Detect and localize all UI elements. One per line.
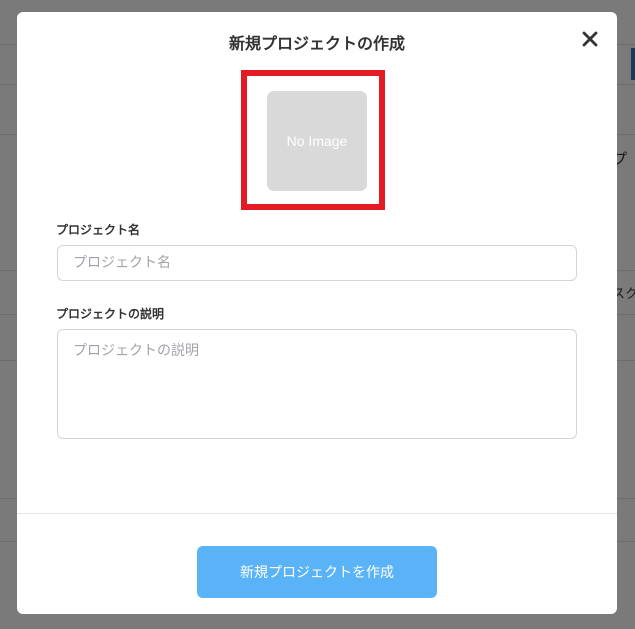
create-project-button[interactable]: 新規プロジェクトを作成 bbox=[197, 546, 437, 598]
project-name-input[interactable] bbox=[57, 245, 577, 281]
modal-title: 新規プロジェクトの作成 bbox=[228, 34, 405, 53]
project-description-label: プロジェクトの説明 bbox=[56, 307, 165, 321]
close-icon bbox=[582, 31, 598, 47]
create-project-modal: 新規プロジェクトの作成 No Image プロジェクト名 プロジェクトの説明 新… bbox=[17, 12, 617, 614]
footer-divider bbox=[17, 513, 617, 514]
no-image-text: No Image bbox=[286, 133, 348, 149]
project-description-textarea[interactable] bbox=[57, 329, 577, 439]
project-image-placeholder[interactable]: No Image bbox=[267, 91, 367, 191]
close-button[interactable] bbox=[579, 28, 601, 50]
project-name-label: プロジェクト名 bbox=[56, 223, 141, 237]
